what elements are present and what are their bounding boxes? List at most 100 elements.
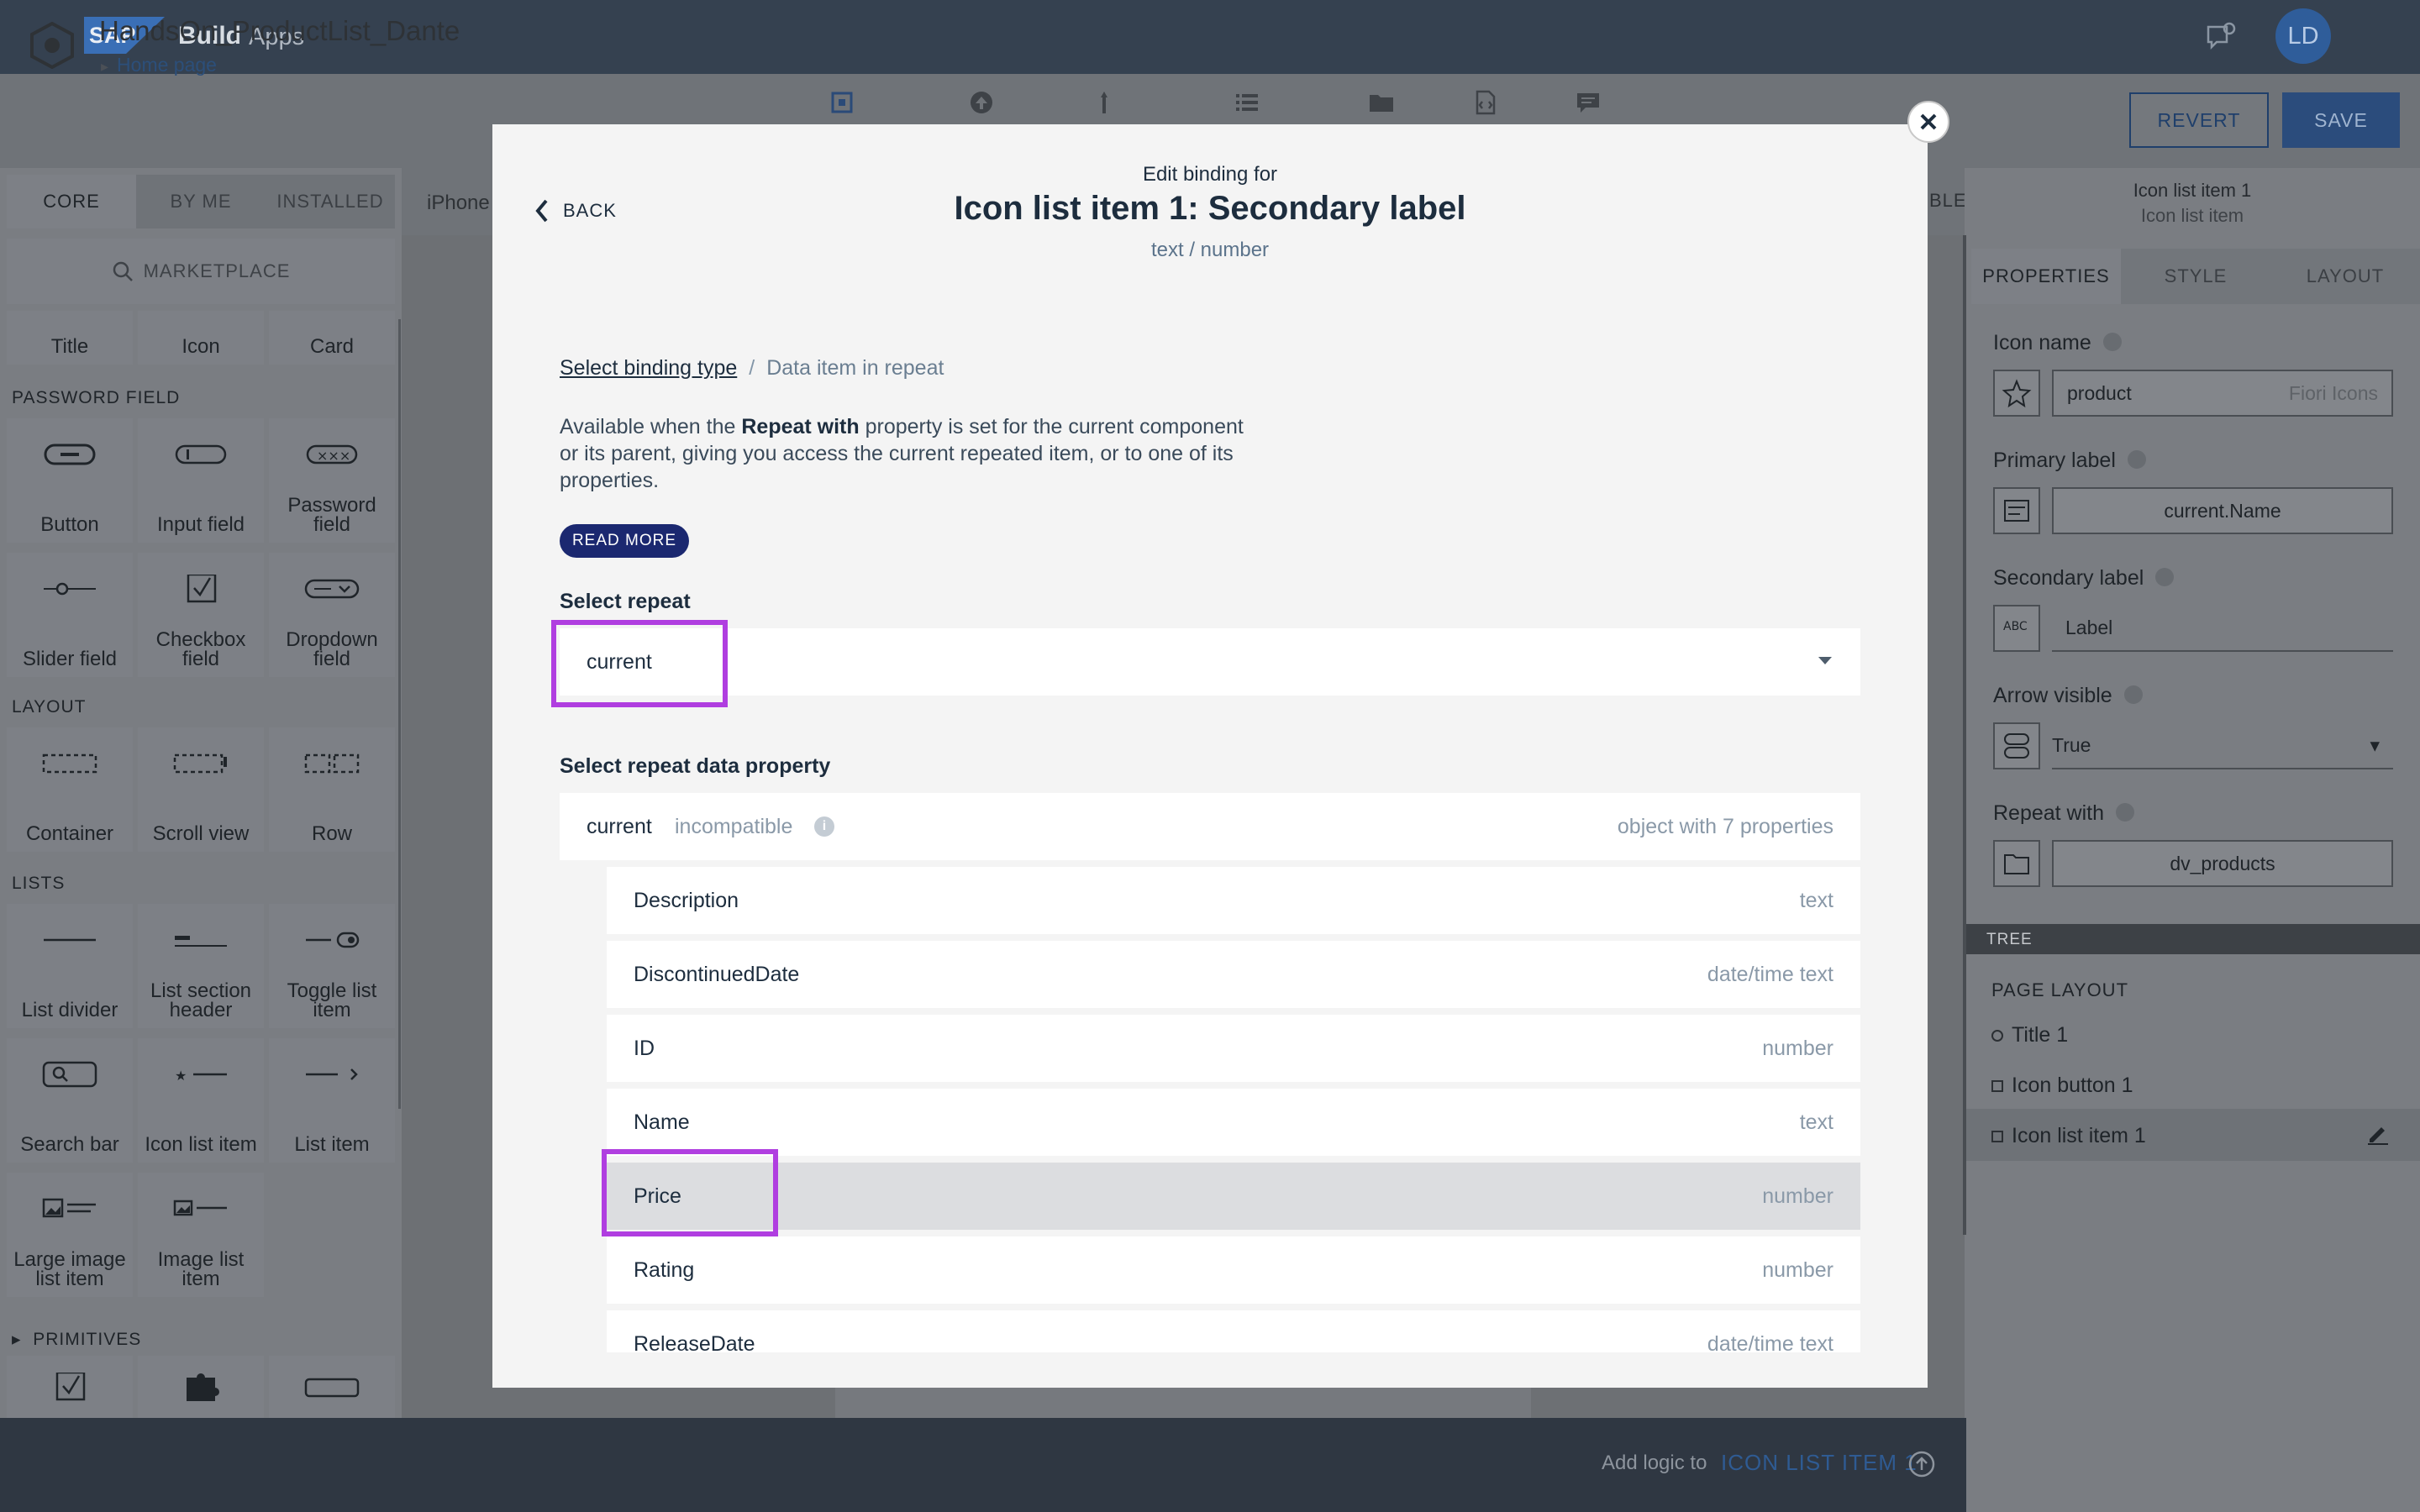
- button-icon: [44, 444, 96, 465]
- tile-image-list-item[interactable]: Image list item: [138, 1173, 264, 1297]
- project-logo-icon[interactable]: [29, 22, 76, 69]
- tile-input-field[interactable]: Input field: [138, 418, 264, 543]
- tab-installed[interactable]: INSTALLED: [266, 175, 395, 228]
- search-icon: [113, 261, 133, 281]
- tile-scroll-view[interactable]: Scroll view: [138, 727, 264, 852]
- tab-layout[interactable]: LAYOUT: [2270, 249, 2420, 304]
- tile-container[interactable]: Container: [7, 727, 133, 852]
- repeat-with-binding-button[interactable]: [1993, 840, 2040, 887]
- primary-label-binding-button[interactable]: [1993, 487, 2040, 534]
- section-lists: LISTS: [12, 874, 66, 893]
- info-icon[interactable]: i: [814, 816, 834, 837]
- property-row[interactable]: Name text: [607, 1089, 1860, 1156]
- tile-card[interactable]: Card: [269, 311, 395, 365]
- tile-label: Scroll view: [152, 822, 250, 845]
- tile-icon-list-item[interactable]: ★ Icon list item: [138, 1038, 264, 1163]
- tab-by-me[interactable]: BY ME: [136, 175, 266, 228]
- icon-name-field[interactable]: product Fiori Icons: [2052, 370, 2393, 417]
- breadcrumb-label[interactable]: Home page: [117, 54, 217, 76]
- checkbox-icon: [187, 575, 217, 603]
- tile-large-image-list-item[interactable]: Large image list item: [7, 1173, 133, 1297]
- property-type: number: [1762, 1037, 1833, 1060]
- tile-search-bar[interactable]: Search bar: [7, 1038, 133, 1163]
- select-repeat-dropdown[interactable]: current: [560, 628, 1860, 696]
- property-name: Name: [634, 1110, 690, 1134]
- arrow-visible-select[interactable]: True ▾: [2052, 722, 2393, 769]
- property-row[interactable]: Description text: [607, 867, 1860, 934]
- tile-toggle-list-item[interactable]: Toggle list item: [269, 904, 395, 1028]
- property-name: Rating: [634, 1258, 695, 1282]
- page-breadcrumb[interactable]: ▸ Home page: [101, 54, 217, 76]
- tile-password-field[interactable]: ××× Password field: [269, 418, 395, 543]
- property-row[interactable]: Rating number: [607, 1236, 1860, 1304]
- arrow-visible-binding-button[interactable]: [1993, 722, 2040, 769]
- info-icon[interactable]: [2102, 333, 2122, 351]
- tree-item-title[interactable]: Title 1: [1991, 1023, 2068, 1047]
- tile-dropdown-field[interactable]: Dropdown field: [269, 553, 395, 677]
- icon-picker-button[interactable]: [1993, 370, 2040, 417]
- parent-status: incompatible: [675, 815, 793, 838]
- container-icon: [42, 753, 97, 774]
- tab-core[interactable]: CORE: [7, 175, 136, 228]
- list-section-header-icon: [175, 936, 227, 947]
- info-icon[interactable]: [2123, 685, 2143, 704]
- tile-row[interactable]: Row: [269, 727, 395, 852]
- expand-up-icon[interactable]: [1907, 1450, 1936, 1478]
- slider-icon: [44, 582, 96, 596]
- component-panel: CORE BY ME INSTALLED MARKETPLACE Title I…: [0, 168, 402, 1418]
- revert-button[interactable]: REVERT: [2129, 92, 2269, 148]
- info-icon[interactable]: [2127, 450, 2146, 469]
- tile-list-item[interactable]: List item: [269, 1038, 395, 1163]
- tab-style[interactable]: STYLE: [2121, 249, 2270, 304]
- primary-label-field[interactable]: current.Name: [2052, 487, 2393, 534]
- info-icon[interactable]: [2155, 568, 2175, 586]
- tile-title[interactable]: Title: [7, 311, 133, 365]
- tile-icon[interactable]: Icon: [138, 311, 264, 365]
- user-avatar[interactable]: LD: [2275, 8, 2331, 64]
- chat-icon[interactable]: [1575, 89, 1602, 116]
- tile-primitive-input[interactable]: [269, 1356, 395, 1418]
- feedback-icon[interactable]: [2205, 22, 2237, 52]
- property-row[interactable]: DiscontinuedDate date/time text: [607, 941, 1860, 1008]
- repeat-with-field[interactable]: dv_products: [2052, 840, 2393, 887]
- select-binding-type-link[interactable]: Select binding type: [560, 356, 737, 380]
- list-icon[interactable]: [1234, 89, 1260, 116]
- tree-item-icon-list-item[interactable]: Icon list item 1: [1991, 1124, 2146, 1148]
- tile-checkbox-field[interactable]: Checkbox field: [138, 553, 264, 677]
- tile-list-divider[interactable]: List divider: [7, 904, 133, 1028]
- tile-primitive-plugin[interactable]: [138, 1356, 264, 1418]
- code-icon[interactable]: [1472, 89, 1499, 116]
- save-button[interactable]: SAVE: [2282, 92, 2400, 148]
- tile-list-section-header[interactable]: List section header: [138, 904, 264, 1028]
- add-logic-target[interactable]: ICON LIST ITEM 1: [1721, 1450, 1918, 1476]
- section-primitives[interactable]: ▸ PRIMITIVES: [12, 1329, 141, 1350]
- label-text: Icon name: [1993, 331, 2091, 354]
- tree-item-icon-button[interactable]: Icon button 1: [1991, 1074, 2133, 1098]
- folder-icon[interactable]: [1368, 89, 1395, 116]
- tile-button[interactable]: Button: [7, 418, 133, 543]
- tile-label: Container: [25, 822, 114, 845]
- property-row[interactable]: ReleaseDate date/time text: [607, 1310, 1860, 1352]
- property-row[interactable]: ID number: [607, 1015, 1860, 1082]
- tile-slider-field[interactable]: Slider field: [7, 553, 133, 677]
- marketplace-button[interactable]: MARKETPLACE: [7, 239, 395, 304]
- tree-section-bar[interactable]: TREE: [1965, 924, 2420, 954]
- property-row-selected[interactable]: Price number: [607, 1163, 1860, 1230]
- upload-icon[interactable]: [968, 89, 995, 116]
- edit-pencil-icon[interactable]: [2366, 1122, 2390, 1146]
- toggle-icon: [2004, 733, 2029, 759]
- component-panel-scrollbar[interactable]: [398, 319, 401, 1109]
- secondary-label-field[interactable]: Label: [2052, 605, 2393, 652]
- view-icon[interactable]: [829, 89, 855, 116]
- secondary-label-binding-button[interactable]: ABC: [1993, 605, 2040, 652]
- properties-scrollbar[interactable]: [1963, 235, 1966, 1235]
- device-selector[interactable]: iPhone: [427, 192, 490, 215]
- info-icon[interactable]: [2116, 803, 2135, 822]
- read-more-button[interactable]: READ MORE: [560, 524, 689, 558]
- pin-icon[interactable]: [1091, 89, 1118, 116]
- secondary-label-label: Secondary label: [1993, 566, 2175, 591]
- close-dialog-button[interactable]: [1907, 101, 1949, 143]
- tile-primitive-checkbox[interactable]: [7, 1356, 133, 1418]
- tab-properties[interactable]: PROPERTIES: [1971, 249, 2121, 304]
- tile-label: Dropdown field: [286, 628, 378, 670]
